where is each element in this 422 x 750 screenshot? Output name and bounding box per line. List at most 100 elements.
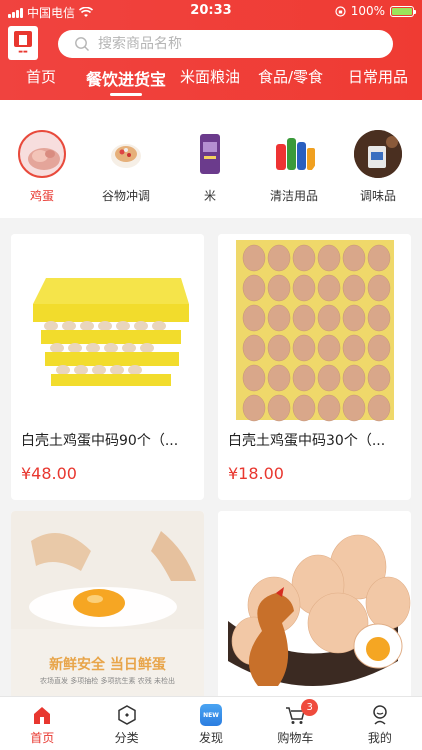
- tab-catering-supply[interactable]: 餐饮进货宝: [86, 66, 166, 96]
- orientation-lock-icon: [335, 5, 346, 17]
- product-banner-subtitle: 农场直发 多项抽检 多项抗生素 农残 未检出: [40, 677, 175, 685]
- tab-home[interactable]: 首页: [26, 66, 56, 87]
- category-cereal-drinks[interactable]: 谷物冲调: [84, 130, 168, 204]
- nav-label: 我的: [367, 731, 392, 745]
- eggs-category-icon: [18, 130, 66, 178]
- category-label: 鸡蛋: [29, 189, 54, 203]
- category-cleaning[interactable]: 清洁用品: [252, 130, 336, 204]
- category-seasoning[interactable]: 调味品: [336, 130, 420, 204]
- egg-illustration: [242, 394, 266, 422]
- egg-illustration: [292, 334, 316, 362]
- egg-illustration: [267, 274, 291, 302]
- egg-illustration: [317, 364, 341, 392]
- egg-illustration: [242, 274, 266, 302]
- egg-illustration: [342, 364, 366, 392]
- category-icon: [117, 705, 136, 725]
- egg-illustration: [367, 244, 391, 272]
- nav-discover[interactable]: NEW 发现: [169, 697, 253, 750]
- category-label: 调味品: [359, 189, 396, 203]
- product-name: 白壳土鸡蛋中码30个（...: [228, 433, 386, 449]
- egg-illustration: [267, 334, 291, 362]
- product-grid: 白壳土鸡蛋中码90个（... ¥48.00 白壳土鸡蛋中码30个（... ¥18…: [0, 218, 422, 696]
- egg-illustration: [292, 304, 316, 332]
- category-eggs[interactable]: 鸡蛋: [0, 130, 84, 204]
- discover-icon-text: NEW: [203, 711, 219, 719]
- egg-illustration: [342, 304, 366, 332]
- app-logo[interactable]: ▬▬: [8, 26, 38, 60]
- egg-illustration: [242, 244, 266, 272]
- tab-rice-flour-oil[interactable]: 米面粮油: [180, 66, 240, 87]
- logo-mark-icon: [14, 31, 32, 47]
- search-bar[interactable]: [58, 30, 393, 58]
- egg-illustration: [367, 394, 391, 422]
- egg-illustration: [317, 394, 341, 422]
- cleaning-category-icon: [270, 130, 318, 178]
- product-image: [11, 234, 204, 424]
- egg-illustration: [267, 394, 291, 422]
- egg-illustration: [267, 304, 291, 332]
- product-card[interactable]: [218, 511, 411, 696]
- nav-label: 购物车: [277, 731, 314, 745]
- top-tabs: 首页 餐饮进货宝 米面粮油 食品/零食 日常用品: [0, 66, 422, 96]
- discover-icon: NEW: [200, 704, 223, 726]
- egg-illustration: [267, 244, 291, 272]
- category-rice[interactable]: 米: [168, 130, 252, 204]
- egg-illustration: [242, 364, 266, 392]
- product-image: 新鲜安全 当日鲜蛋 农场直发 多项抽检 多项抗生素 农残 未检出: [11, 511, 204, 696]
- egg-illustration: [367, 334, 391, 362]
- category-label: 清洁用品: [269, 189, 318, 203]
- egg-illustration: [292, 394, 316, 422]
- egg-illustration: [342, 274, 366, 302]
- battery-percent: 100%: [350, 4, 385, 18]
- egg-illustration: [317, 334, 341, 362]
- product-price: ¥48.00: [21, 464, 77, 483]
- nav-label: 首页: [30, 731, 55, 745]
- product-image: [218, 234, 411, 424]
- egg-illustration: [292, 274, 316, 302]
- search-input[interactable]: [98, 36, 358, 52]
- product-name: 白壳土鸡蛋中码90个（...: [21, 433, 179, 449]
- nav-label: 发现: [199, 731, 224, 745]
- cereal-category-icon: [102, 130, 150, 178]
- egg-illustration: [367, 364, 391, 392]
- product-price: ¥18.00: [228, 464, 284, 483]
- category-label: 米: [203, 189, 216, 203]
- egg-illustration: [292, 364, 316, 392]
- egg-illustration: [367, 274, 391, 302]
- category-label: 谷物冲调: [101, 189, 150, 203]
- product-card[interactable]: 新鲜安全 当日鲜蛋 农场直发 多项抽检 多项抗生素 农残 未检出: [11, 511, 204, 696]
- nav-profile[interactable]: 我的: [338, 697, 422, 750]
- bottom-nav: 首页 分类 NEW 发现 3 购物车 我的: [0, 696, 422, 750]
- category-row: 鸡蛋 谷物冲调 米 清洁用品 调味品: [0, 100, 422, 218]
- product-card[interactable]: 白壳土鸡蛋中码30个（... ¥18.00: [218, 234, 411, 500]
- home-icon: [34, 707, 51, 724]
- egg-illustration: [317, 244, 341, 272]
- egg-illustration: [267, 364, 291, 392]
- battery-icon: [390, 5, 416, 17]
- product-banner-title: 新鲜安全 当日鲜蛋: [49, 657, 166, 673]
- header: 中国电信 20:33 100% ▬▬ 首页 餐饮进货宝 米面粮油 食品/零食 日…: [0, 0, 422, 100]
- product-card[interactable]: 白壳土鸡蛋中码90个（... ¥48.00: [11, 234, 204, 500]
- nav-label: 分类: [114, 731, 139, 745]
- egg-illustration: [317, 304, 341, 332]
- tab-food-snacks[interactable]: 食品/零食: [258, 66, 323, 87]
- egg-illustration: [292, 244, 316, 272]
- search-icon: [75, 37, 89, 51]
- product-image: [218, 511, 411, 696]
- cart-badge: 3: [301, 699, 319, 716]
- egg-illustration: [342, 334, 366, 362]
- egg-illustration: [342, 394, 366, 422]
- egg-illustration: [317, 274, 341, 302]
- egg-illustration: [242, 304, 266, 332]
- nav-cart[interactable]: 3 购物车: [253, 697, 337, 750]
- tab-daily-goods[interactable]: 日常用品: [348, 66, 408, 87]
- seasoning-category-icon: [354, 130, 402, 178]
- egg-illustration: [342, 244, 366, 272]
- profile-icon: [373, 705, 387, 725]
- egg-illustration: [367, 304, 391, 332]
- nav-home[interactable]: 首页: [0, 697, 84, 750]
- nav-category[interactable]: 分类: [84, 697, 168, 750]
- egg-illustration: [242, 334, 266, 362]
- rice-category-icon: [186, 130, 234, 178]
- status-bar: 中国电信 20:33 100%: [0, 0, 422, 24]
